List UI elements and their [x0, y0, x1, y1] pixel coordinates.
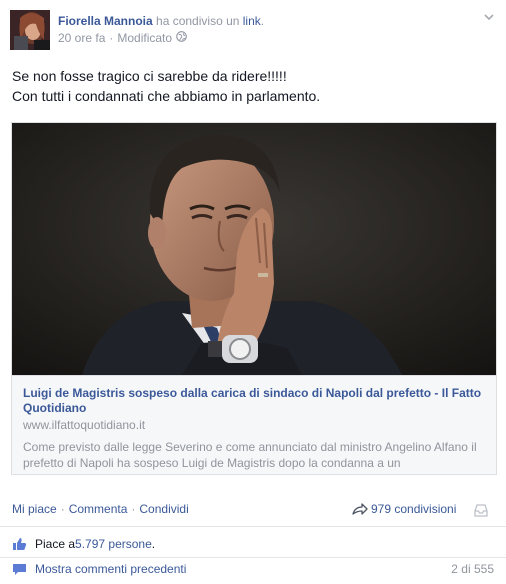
- shares-count-link[interactable]: 979 condivisioni: [352, 502, 456, 516]
- message-line-2: Con tutti i condannati che abbiamo in pa…: [12, 88, 321, 104]
- shares-count[interactable]: 979 condivisioni: [371, 502, 456, 516]
- shared-text: ha condiviso un: [156, 14, 240, 28]
- chevron-down-icon[interactable]: [482, 10, 496, 24]
- post-timestamp[interactable]: 20 ore fa: [58, 31, 105, 45]
- action-bar: Mi piace · Commenta · Condividi: [12, 502, 189, 516]
- thumbs-up-icon: [13, 538, 27, 550]
- action-separator: ·: [60, 502, 65, 516]
- previous-comments-row: Mostra commenti precedenti: [12, 562, 186, 576]
- likes-summary: Piace a 5.797 persone .: [12, 537, 155, 551]
- comments-pager: 2 di 555: [451, 562, 494, 576]
- message-line-1: Se non fosse tragico ci sarebbe da rider…: [12, 68, 287, 84]
- post-message: Se non fosse tragico ci sarebbe da rider…: [12, 66, 320, 106]
- likes-suffix: .: [151, 537, 156, 551]
- divider: [0, 526, 506, 527]
- action-separator: ·: [131, 502, 136, 516]
- link-preview[interactable]: Luigi de Magistris sospeso dalla carica …: [11, 122, 497, 475]
- author-line: Fiorella Mannoia ha condiviso un link.: [58, 14, 264, 28]
- comment-button[interactable]: Commenta: [69, 502, 128, 516]
- show-previous-comments-link[interactable]: Mostra commenti precedenti: [35, 562, 186, 576]
- preview-image[interactable]: [12, 123, 496, 375]
- preview-domain: www.ilfattoquotidiano.it: [23, 418, 146, 432]
- share-button[interactable]: Condividi: [139, 502, 188, 516]
- post-meta: 20 ore fa · Modificato: [58, 31, 187, 45]
- inbox-icon[interactable]: [474, 503, 488, 517]
- shared-suffix: .: [260, 14, 265, 28]
- shared-link[interactable]: link: [243, 14, 261, 28]
- likes-count[interactable]: 5.797 persone: [75, 537, 152, 551]
- divider: [0, 557, 506, 558]
- like-button[interactable]: Mi piace: [12, 502, 57, 516]
- meta-separator: ·: [109, 31, 114, 45]
- edited-label[interactable]: Modificato: [117, 31, 172, 45]
- share-arrow-icon: [352, 503, 368, 515]
- preview-description: Come previsto dalle legge Severino e com…: [23, 440, 477, 470]
- likes-prefix: Piace a: [35, 537, 76, 551]
- comment-bubble-icon: [13, 563, 26, 575]
- author-name[interactable]: Fiorella Mannoia: [58, 14, 153, 28]
- author-avatar[interactable]: [10, 10, 50, 50]
- preview-title[interactable]: Luigi de Magistris sospeso dalla carica …: [23, 386, 489, 416]
- feed-post: Fiorella Mannoia ha condiviso un link. 2…: [0, 0, 506, 584]
- globe-icon[interactable]: [176, 31, 187, 45]
- preview-body[interactable]: Luigi de Magistris sospeso dalla carica …: [12, 375, 496, 474]
